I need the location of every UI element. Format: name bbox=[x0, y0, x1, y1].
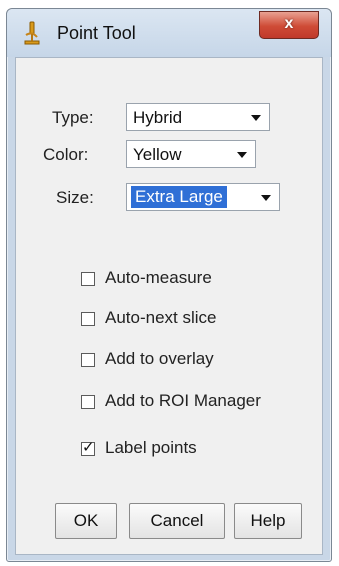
checkmark-icon: ✓ bbox=[82, 439, 95, 456]
cancel-button[interactable]: Cancel bbox=[129, 503, 225, 539]
checkbox-label: Auto-next slice bbox=[105, 308, 217, 327]
checkbox-box[interactable] bbox=[81, 395, 95, 409]
ok-button[interactable]: OK bbox=[55, 503, 117, 539]
size-select[interactable]: Extra Large bbox=[126, 183, 280, 211]
checkbox-box[interactable]: ✓ bbox=[81, 439, 95, 456]
color-label: Color: bbox=[43, 145, 89, 164]
point-tool-dialog: Point Tool x Type: Hybrid Color: Yellow … bbox=[6, 8, 332, 562]
type-select-value: Hybrid bbox=[133, 108, 183, 127]
chevron-down-icon bbox=[261, 195, 271, 201]
size-select-value: Extra Large bbox=[130, 185, 228, 209]
title-bar[interactable]: Point Tool x bbox=[7, 9, 331, 57]
size-label: Size: bbox=[56, 188, 94, 207]
color-select-value: Yellow bbox=[133, 145, 182, 164]
microscope-icon bbox=[24, 21, 40, 45]
close-icon: x bbox=[284, 15, 294, 32]
window-title: Point Tool bbox=[57, 23, 136, 43]
checkbox-label: Add to ROI Manager bbox=[105, 391, 261, 410]
chevron-down-icon bbox=[237, 152, 247, 158]
checkbox-box[interactable] bbox=[81, 312, 95, 326]
color-select[interactable]: Yellow bbox=[126, 140, 256, 168]
checkbox-box[interactable] bbox=[81, 272, 95, 286]
help-button[interactable]: Help bbox=[234, 503, 302, 539]
checkbox-box[interactable] bbox=[81, 353, 95, 367]
checkbox-label: Label points bbox=[105, 438, 197, 457]
type-label: Type: bbox=[52, 108, 94, 127]
chevron-down-icon bbox=[251, 115, 261, 121]
type-select[interactable]: Hybrid bbox=[126, 103, 270, 131]
checkbox-label: Auto-measure bbox=[105, 268, 212, 287]
dialog-body: Type: Hybrid Color: Yellow Size: Extra L… bbox=[15, 57, 323, 555]
checkbox-label: Add to overlay bbox=[105, 349, 214, 368]
close-button[interactable]: x bbox=[259, 11, 319, 39]
